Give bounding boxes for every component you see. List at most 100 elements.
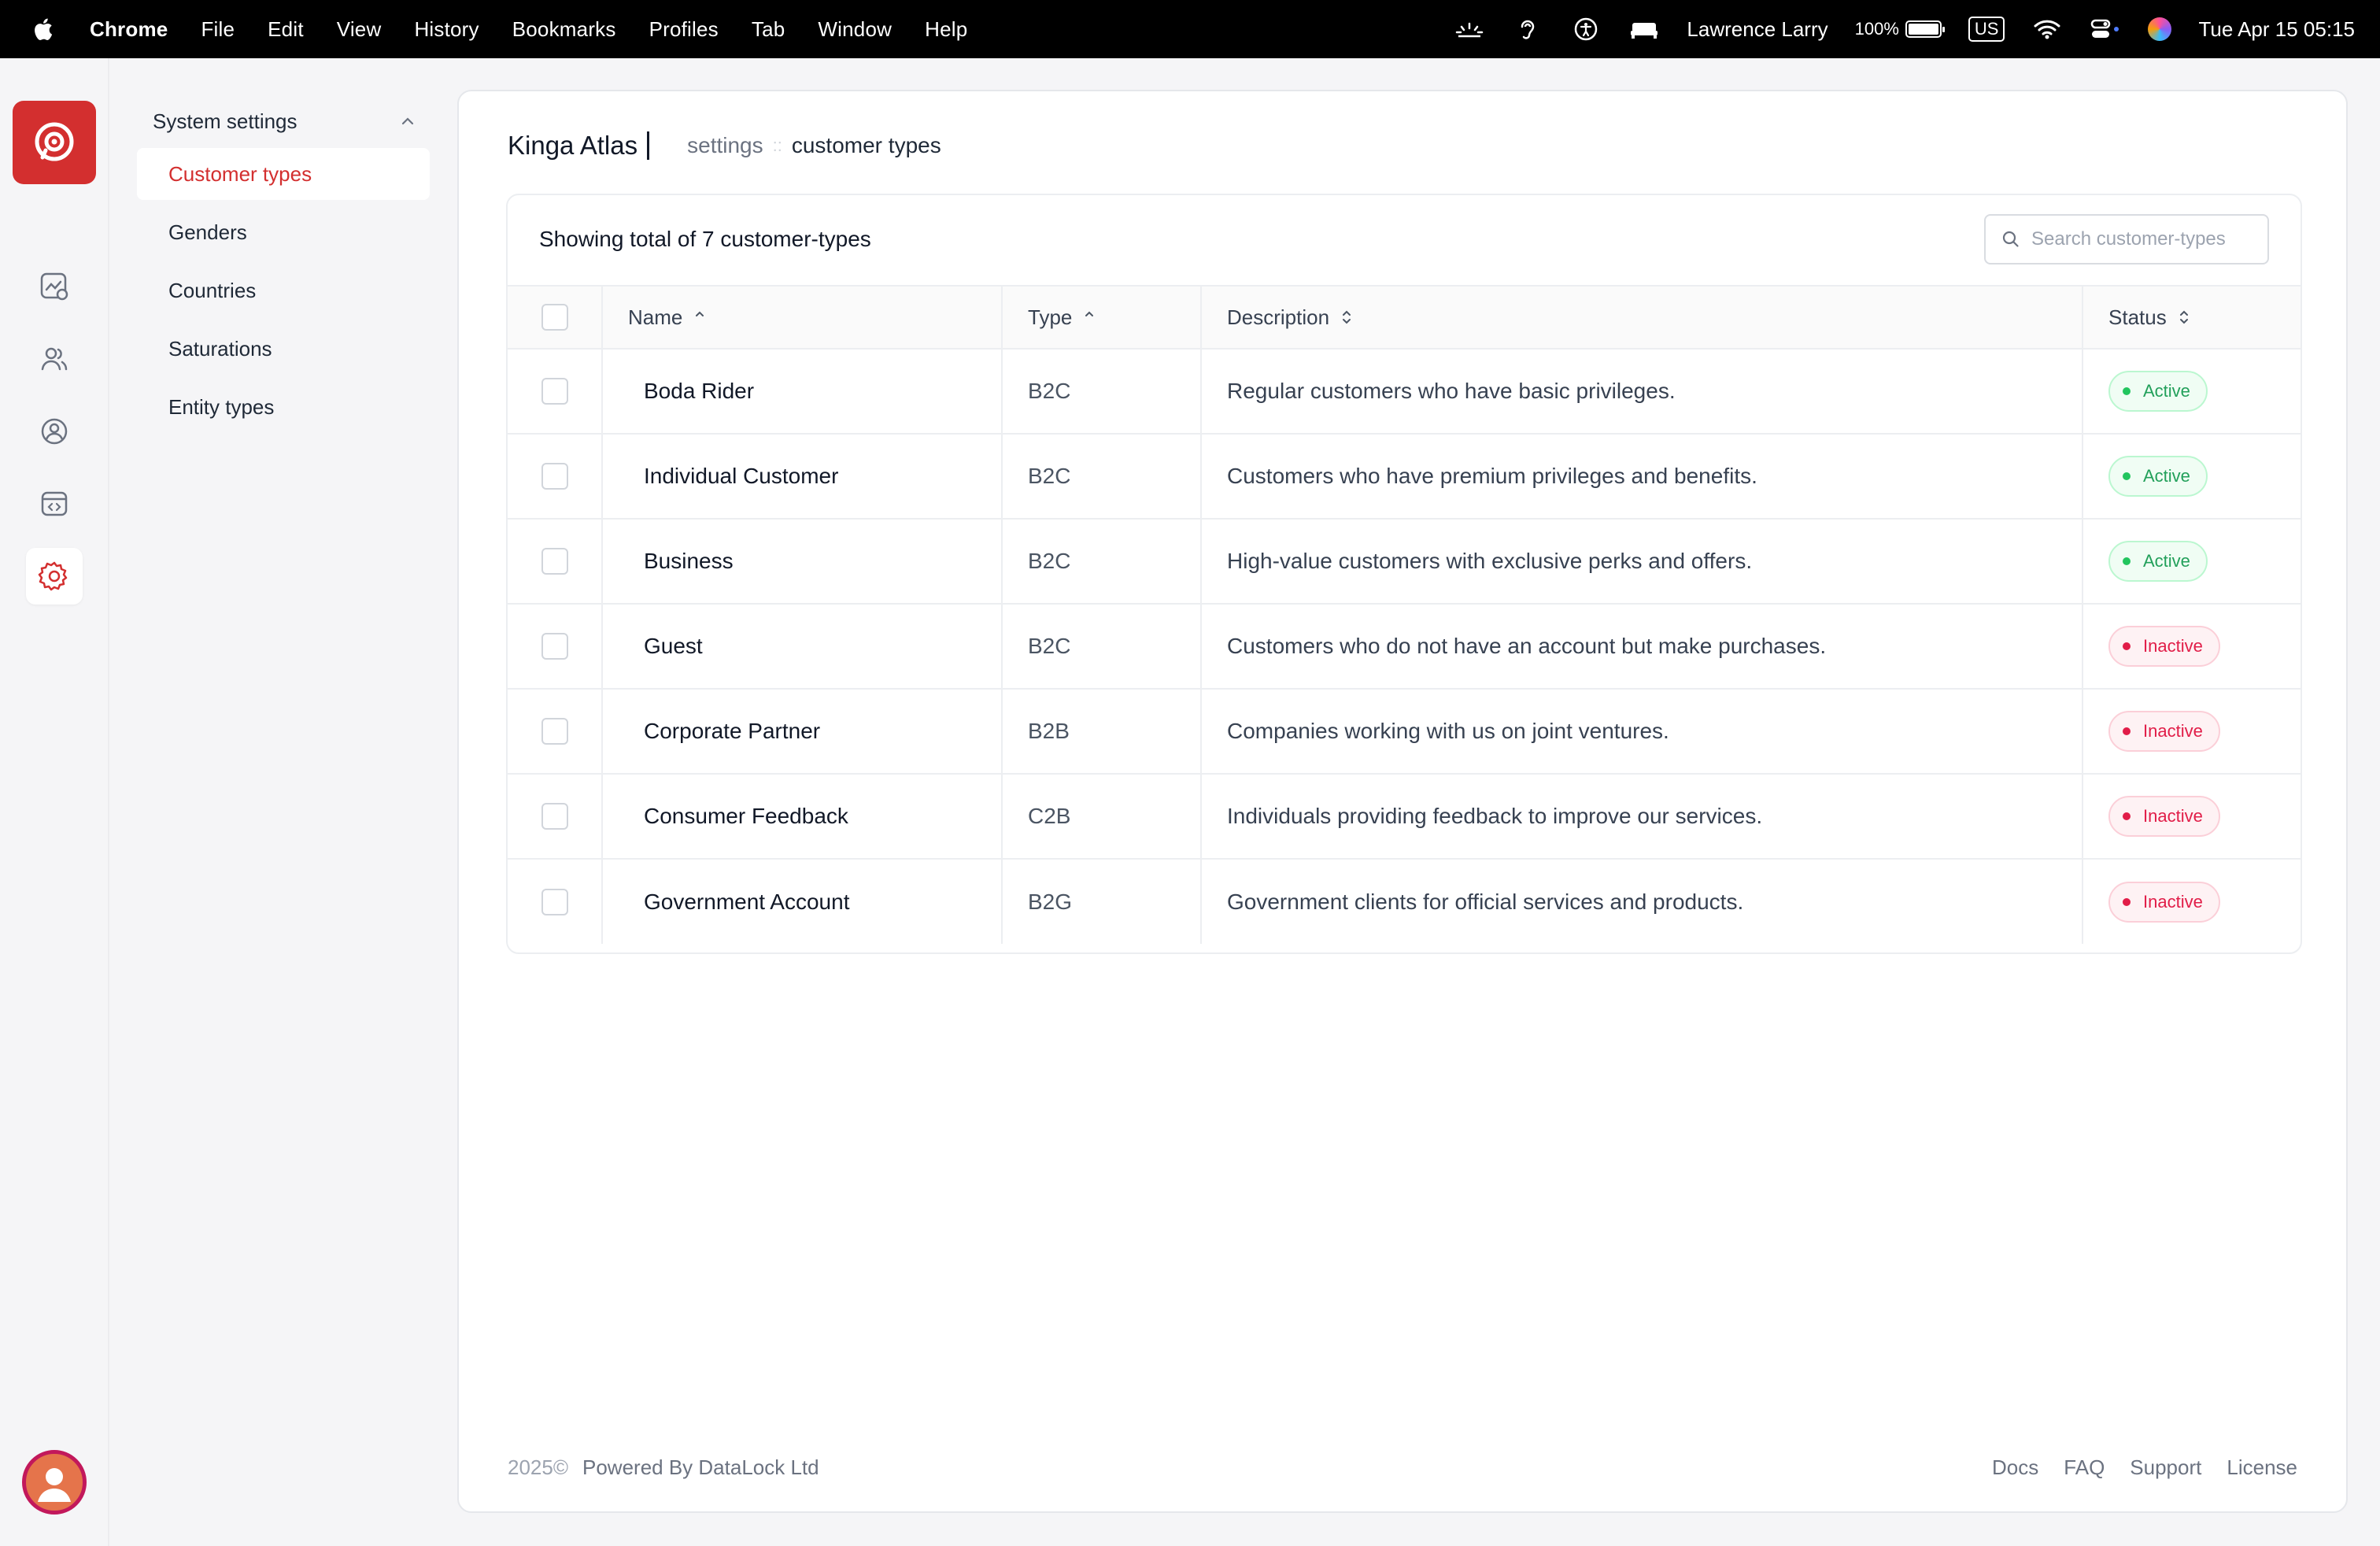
- menu-view[interactable]: View: [337, 17, 382, 42]
- settings-item-genders[interactable]: Genders: [137, 206, 430, 258]
- wifi-icon[interactable]: [2031, 16, 2063, 43]
- cell-status: Active: [2082, 349, 2301, 435]
- table-row[interactable]: Guest B2C Customers who do not have an a…: [508, 604, 2301, 690]
- rail-settings[interactable]: [26, 548, 83, 605]
- row-checkbox[interactable]: [541, 633, 568, 660]
- column-label: Name: [628, 305, 683, 329]
- row-checkbox[interactable]: [541, 463, 568, 490]
- cell-description: Government clients for official services…: [1201, 859, 2083, 944]
- footer-link-support[interactable]: Support: [2130, 1455, 2201, 1480]
- status-dot: [2123, 472, 2131, 480]
- breadcrumb: settings :: customer types: [687, 133, 941, 158]
- column-label: Description: [1227, 305, 1330, 329]
- main-panel: Kinga Atlas settings :: customer types S…: [457, 90, 2348, 1513]
- menu-bookmarks[interactable]: Bookmarks: [512, 17, 616, 42]
- menu-window[interactable]: Window: [818, 17, 892, 42]
- menu-bar: Chrome File Edit View History Bookmarks …: [0, 0, 2380, 58]
- app-logo-icon[interactable]: [13, 101, 96, 184]
- cell-status: Inactive: [2082, 774, 2301, 860]
- settings-item-entity-types[interactable]: Entity types: [137, 381, 430, 433]
- footer-link-license[interactable]: License: [2227, 1455, 2297, 1480]
- control-center-icon[interactable]: [2090, 16, 2121, 43]
- menu-file[interactable]: File: [201, 17, 235, 42]
- row-checkbox[interactable]: [541, 888, 568, 915]
- rail-analytics[interactable]: [26, 258, 83, 315]
- menubar-clock[interactable]: Tue Apr 15 05:15: [2198, 17, 2355, 42]
- input-source-indicator[interactable]: US: [1968, 17, 2005, 42]
- menu-profiles[interactable]: Profiles: [649, 17, 719, 42]
- row-checkbox[interactable]: [541, 378, 568, 405]
- sort-icon: [696, 311, 704, 316]
- sort-icon: [1085, 311, 1094, 316]
- status-label: Active: [2143, 551, 2190, 571]
- footer-link-faq[interactable]: FAQ: [2064, 1455, 2105, 1480]
- brightness-icon[interactable]: [1454, 16, 1485, 43]
- cell-type: B2G: [1002, 859, 1202, 944]
- rail-profile[interactable]: [26, 403, 83, 460]
- cell-status: Active: [2082, 519, 2301, 605]
- row-checkbox[interactable]: [541, 718, 568, 745]
- status-label: Active: [2143, 381, 2190, 401]
- brand-title: Kinga Atlas: [508, 131, 638, 160]
- breadcrumb-settings[interactable]: settings: [687, 133, 763, 158]
- select-all-checkbox[interactable]: [541, 304, 568, 331]
- column-header-description[interactable]: Description: [1201, 285, 2083, 350]
- settings-item-label: Customer types: [168, 161, 312, 186]
- status-badge: Active: [2108, 541, 2208, 582]
- column-header-name[interactable]: Name: [602, 285, 1003, 350]
- cell-status: Active: [2082, 434, 2301, 520]
- search-icon: [2002, 231, 2019, 247]
- rail-developer[interactable]: [26, 475, 83, 532]
- row-checkbox[interactable]: [541, 548, 568, 575]
- header-select-cell: [508, 285, 603, 350]
- avatar[interactable]: [22, 1450, 87, 1515]
- menubar-username[interactable]: Lawrence Larry: [1687, 17, 1828, 42]
- settings-item-countries[interactable]: Countries: [137, 264, 430, 316]
- table-row[interactable]: Government Account B2G Government client…: [508, 859, 2301, 944]
- table-row[interactable]: Individual Customer B2C Customers who ha…: [508, 434, 2301, 520]
- status-dot: [2123, 557, 2131, 565]
- page-footer: 2025© Powered By DataLock Ltd Docs FAQ S…: [508, 1452, 2297, 1483]
- menu-tab[interactable]: Tab: [752, 17, 785, 42]
- settings-item-saturations[interactable]: Saturations: [137, 323, 430, 375]
- title-divider: [647, 131, 650, 160]
- settings-group-toggle[interactable]: System settings: [153, 105, 428, 137]
- cell-name: Consumer Feedback: [602, 774, 1003, 860]
- status-dot: [2123, 897, 2131, 906]
- search-input[interactable]: [2031, 228, 2260, 250]
- cell-description: Regular customers who have basic privile…: [1201, 349, 2083, 435]
- table-header-row: Name Type Description Status: [508, 285, 2301, 350]
- menu-history[interactable]: History: [414, 17, 479, 42]
- accessibility-icon[interactable]: [1570, 16, 1602, 43]
- cell-description: Companies working with us on joint ventu…: [1201, 689, 2083, 775]
- status-badge: Active: [2108, 456, 2208, 497]
- battery-percent: 100%: [1854, 19, 1899, 39]
- sleep-bed-icon[interactable]: [1628, 16, 1660, 43]
- users-icon: [41, 347, 68, 371]
- cell-type: B2C: [1002, 604, 1202, 690]
- cell-type: C2B: [1002, 774, 1202, 860]
- menu-app-name[interactable]: Chrome: [90, 17, 168, 42]
- column-header-status[interactable]: Status: [2082, 285, 2301, 350]
- siri-icon[interactable]: [2148, 17, 2172, 41]
- rail-users[interactable]: [26, 331, 83, 387]
- table-row[interactable]: Business B2C High-value customers with e…: [508, 519, 2301, 605]
- row-checkbox[interactable]: [541, 803, 568, 830]
- settings-item-customer-types[interactable]: Customer types: [137, 148, 430, 200]
- apple-icon[interactable]: [31, 17, 54, 42]
- table-row[interactable]: Consumer Feedback C2B Individuals provid…: [508, 774, 2301, 860]
- table-row[interactable]: Boda Rider B2C Regular customers who hav…: [508, 349, 2301, 435]
- menu-help[interactable]: Help: [925, 17, 967, 42]
- table-row[interactable]: Corporate Partner B2B Companies working …: [508, 689, 2301, 775]
- search-box[interactable]: [1984, 214, 2269, 264]
- column-header-type[interactable]: Type: [1002, 285, 1202, 350]
- customer-types-card: Showing total of 7 customer-types Name T…: [506, 194, 2302, 954]
- cell-type: B2B: [1002, 689, 1202, 775]
- status-label: Active: [2143, 466, 2190, 486]
- footer-link-docs[interactable]: Docs: [1992, 1455, 2038, 1480]
- hearing-icon[interactable]: [1512, 16, 1543, 43]
- menu-edit[interactable]: Edit: [268, 17, 304, 42]
- column-label: Type: [1028, 305, 1073, 329]
- cell-name: Business: [602, 519, 1003, 605]
- battery-status[interactable]: 100%: [1854, 19, 1945, 39]
